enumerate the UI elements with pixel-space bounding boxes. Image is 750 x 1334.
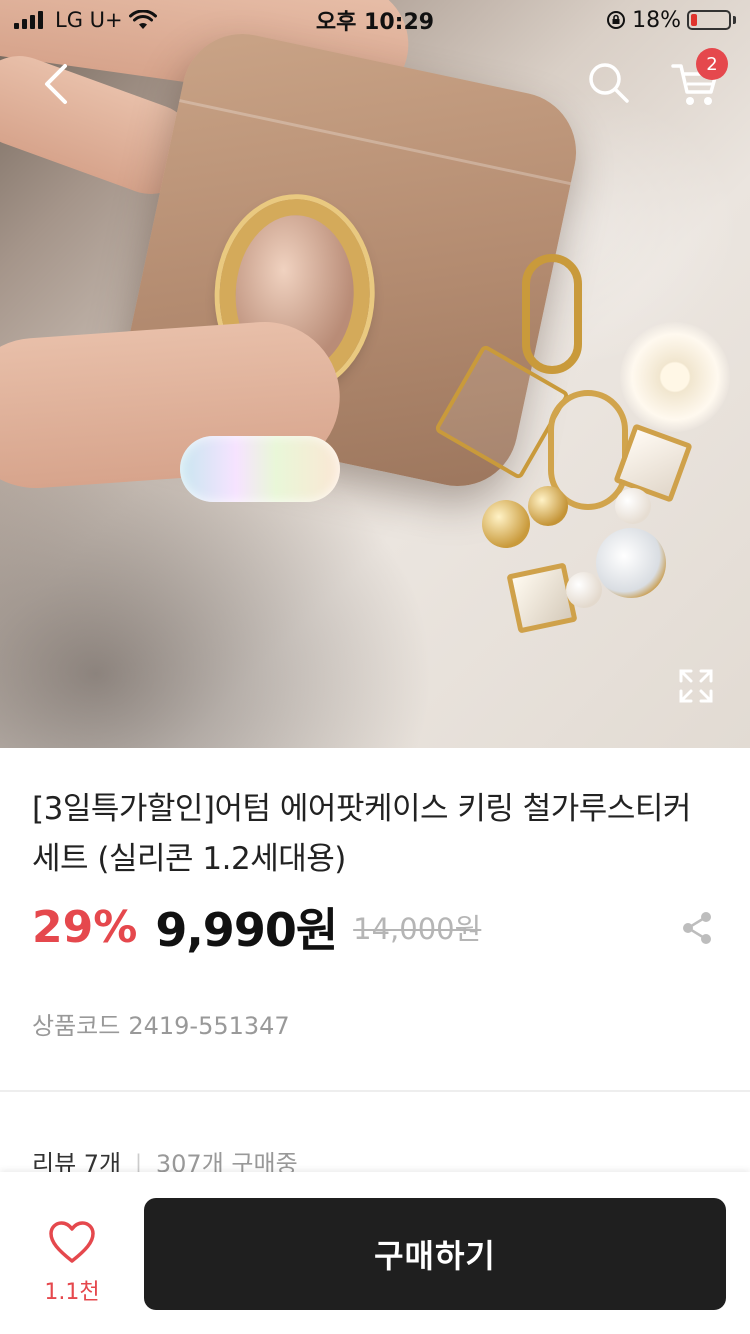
search-button[interactable] [586,60,632,106]
share-button[interactable] [680,910,714,946]
product-code: 상품코드 2419-551347 [32,1006,290,1041]
like-button[interactable]: 1.1천 [34,1220,110,1306]
image-charm-pearl [615,488,651,524]
image-charm-gold-ball [482,500,530,548]
price-row: 29% 9,990원 14,000원 [32,892,718,962]
sale-price: 9,990원 [155,903,338,957]
review-separator: | [135,1149,142,1174]
orientation-lock-icon [607,11,626,29]
like-count: 1.1천 [44,1280,100,1305]
share-icon [683,912,711,944]
original-price: 14,000원 [353,912,482,946]
expand-image-button[interactable] [678,668,714,704]
product-code-label: 상품코드 [32,1012,121,1040]
status-right: 18% [606,8,736,33]
image-charm-flower [620,322,730,432]
status-bar: LG U+ 오후 10:29 18% [0,0,750,40]
status-left: LG U+ [14,8,157,32]
search-icon [589,63,629,103]
carrier-name: LG U+ [55,8,123,32]
product-code-value: 2419-551347 [128,1012,290,1040]
heart-icon [49,1221,95,1263]
battery-level [691,14,698,26]
image-keyring-clasp [522,254,582,374]
wifi-icon [128,10,157,29]
back-button[interactable] [36,60,76,108]
buy-button[interactable]: 구매하기 [144,1198,726,1310]
cart-count-badge: 2 [696,48,728,80]
image-case-lid [179,99,571,186]
signal-icon [14,11,43,29]
expand-icon [679,669,713,703]
product-title: [3일특가할인]어텀 에어팟케이스 키링 철가루스티커 세트 (실리콘 1.2세… [32,791,691,877]
image-jeweled-nail [180,436,340,502]
battery-icon [687,10,736,30]
bottom-action-bar: 1.1천 구매하기 [0,1172,750,1334]
discount-rate: 29% [32,901,138,953]
image-charm-crystal [596,528,666,598]
battery-percent: 18% [632,7,681,33]
image-charm-pearl [566,572,602,608]
section-divider [0,1090,750,1092]
chevron-left-icon [45,64,67,104]
image-charm-gold-ball [528,486,568,526]
product-image[interactable] [0,0,750,748]
